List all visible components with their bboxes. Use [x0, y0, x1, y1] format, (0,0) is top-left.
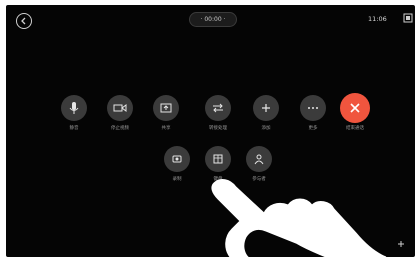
more-label: 更多: [308, 126, 318, 131]
stop-video-label: 停止视频: [111, 126, 129, 131]
transfer-button[interactable]: 转接处理: [201, 95, 235, 132]
back-button[interactable]: [16, 13, 32, 29]
transfer-circle: [205, 95, 231, 121]
share-button[interactable]: 共享: [149, 95, 183, 132]
transfer-icon: [213, 103, 223, 113]
mute-label: 静音: [69, 126, 79, 131]
participants-circle: [246, 146, 272, 172]
stop-video-circle: [107, 95, 133, 121]
mute-button[interactable]: 静音: [57, 95, 91, 132]
call-duration-text: · 00:00 ·: [200, 16, 226, 23]
share-circle: [153, 95, 179, 121]
share-label: 共享: [161, 126, 171, 131]
close-icon: [350, 103, 360, 113]
keypad-icon: [213, 154, 223, 164]
record-button[interactable]: 录制: [160, 146, 194, 183]
more-button[interactable]: 更多: [296, 95, 330, 132]
stop-video-button[interactable]: 停止视频: [103, 95, 137, 132]
record-icon: [172, 155, 182, 163]
more-icon: [308, 107, 318, 109]
video-icon: [113, 104, 127, 112]
end-call-label: 结束通话: [346, 126, 364, 131]
microphone-icon: [69, 102, 79, 114]
clock: 11:06: [368, 15, 387, 23]
call-duration: · 00:00 ·: [189, 12, 237, 27]
transfer-label: 转接处理: [209, 126, 227, 131]
call-screen: · 00:00 · 11:06 静音 停止视频 共享 转接处理 添加 更多 结束…: [6, 5, 415, 257]
record-label: 录制: [172, 177, 182, 182]
add-circle: [253, 95, 279, 121]
end-call-button[interactable]: 结束通话: [338, 93, 372, 132]
plus-icon: [262, 104, 270, 112]
layout-icon: [403, 13, 413, 23]
add-label: 添加: [261, 126, 271, 131]
record-circle: [164, 146, 190, 172]
chevron-left-icon: [21, 17, 26, 25]
layout-button[interactable]: [403, 13, 413, 23]
keypad-circle: [205, 146, 231, 172]
pointing-hand-illustration: [211, 179, 387, 257]
person-icon: [254, 154, 264, 165]
share-screen-icon: [160, 103, 172, 113]
more-circle: [300, 95, 326, 121]
add-button[interactable]: 添加: [249, 95, 283, 132]
end-call-circle: [340, 93, 370, 123]
mute-circle: [61, 95, 87, 121]
